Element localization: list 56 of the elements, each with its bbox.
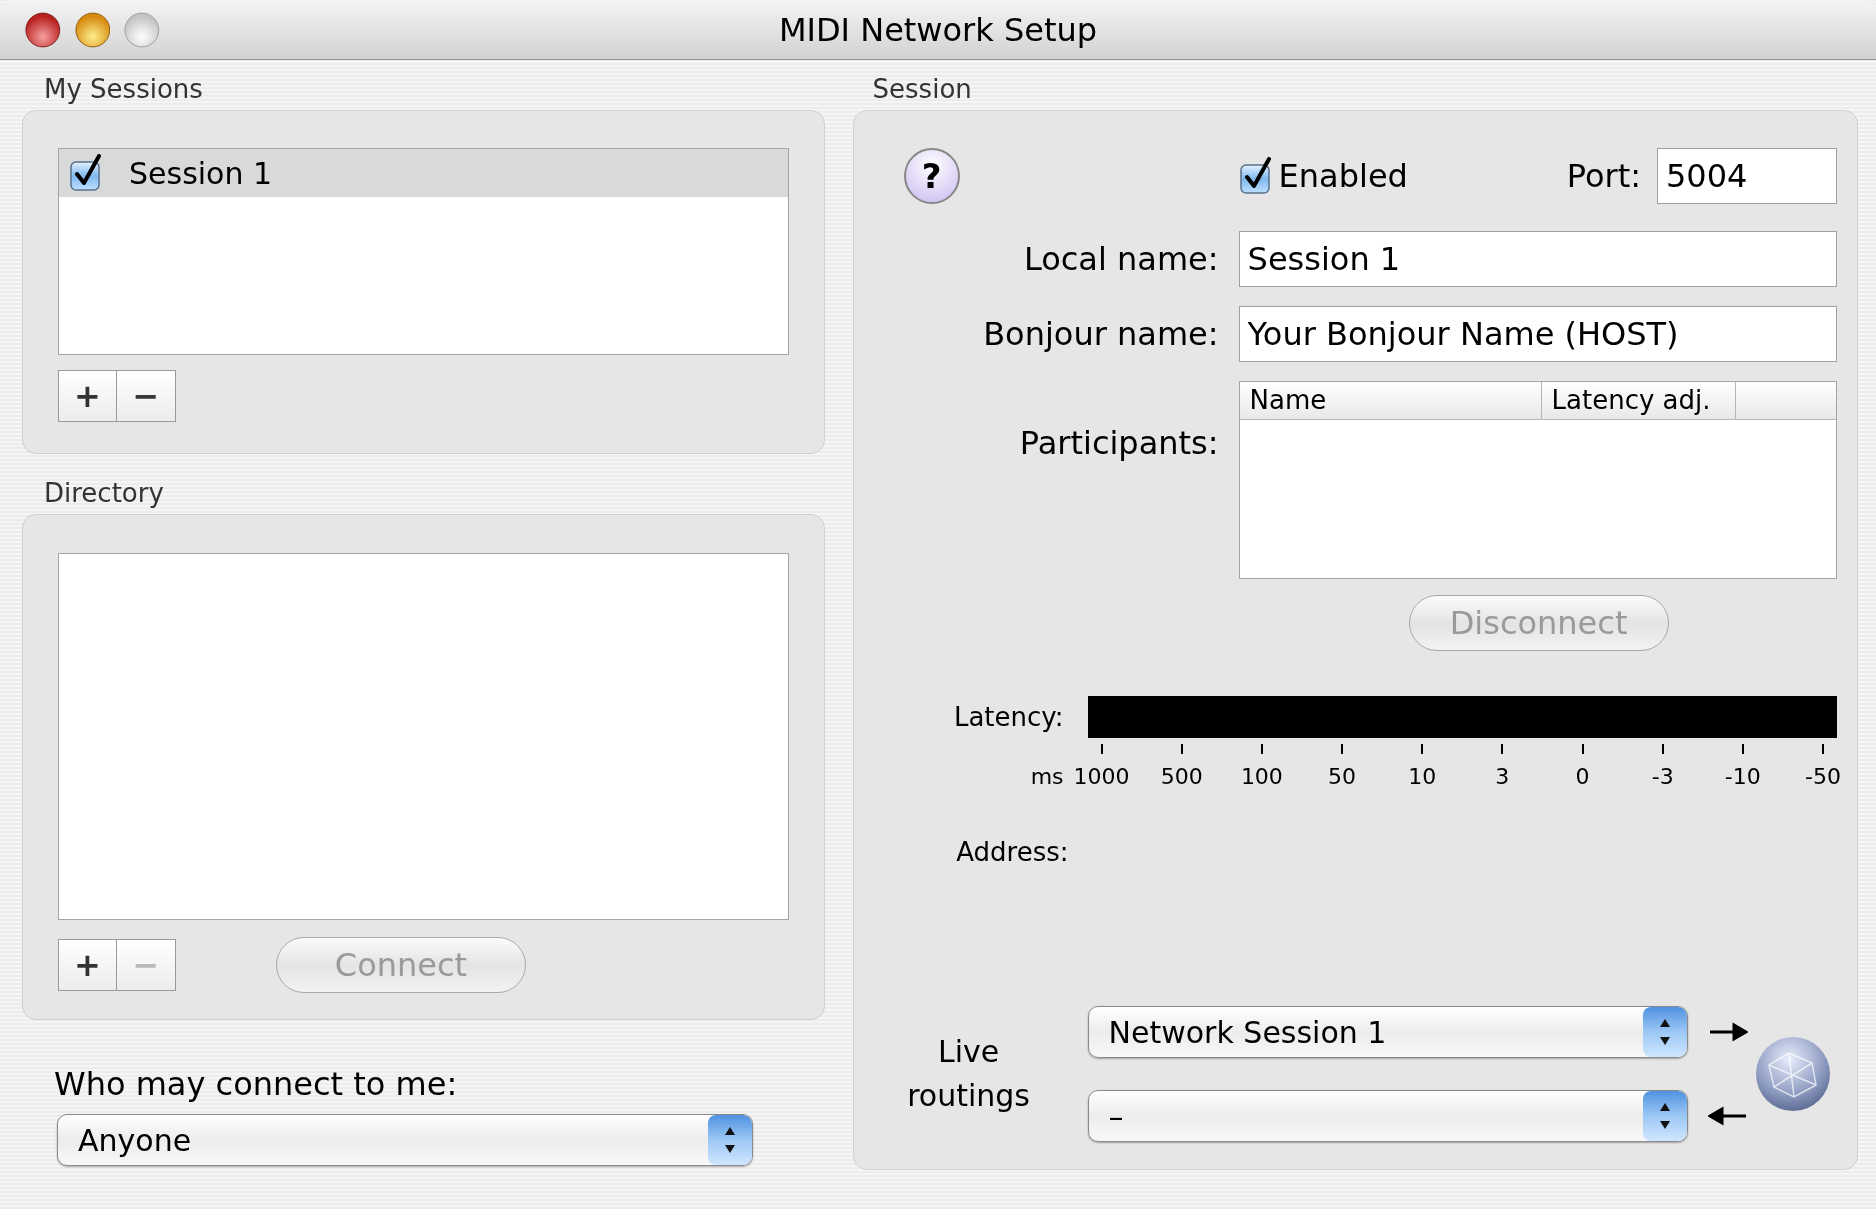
add-button[interactable]: + <box>58 370 117 422</box>
globe-icon <box>1753 1035 1832 1113</box>
local-name-field[interactable]: Session 1 <box>1238 231 1837 287</box>
enabled-label: Enabled <box>1278 156 1408 197</box>
bonjour-name-label: Bonjour name: <box>982 314 1219 355</box>
tick-mark <box>1661 744 1664 754</box>
tick-mark <box>1341 744 1344 754</box>
stepper-icon <box>1642 1091 1687 1141</box>
column-header[interactable]: Name <box>1239 382 1542 419</box>
tick-mark <box>1100 744 1103 754</box>
group-title: Directory <box>44 477 165 510</box>
tick-label: 3 <box>1495 763 1510 791</box>
stepper-icon <box>708 1115 752 1165</box>
tick-mark <box>1421 744 1424 754</box>
routing-popup[interactable]: – <box>1087 1090 1688 1142</box>
tick-label: 1000 <box>1073 763 1130 791</box>
latency-label: Latency: <box>952 700 1064 734</box>
group-title: My Sessions <box>44 73 204 106</box>
left-arrow-icon <box>1707 1106 1748 1126</box>
port-field[interactable]: 5004 <box>1657 148 1837 204</box>
tick-label: 100 <box>1240 763 1283 791</box>
help-button[interactable]: ? <box>903 148 960 204</box>
tick-label: -10 <box>1724 763 1761 791</box>
who-may-connect-label: Who may connect to me: <box>54 1064 459 1104</box>
window-title: MIDI Network Setup <box>778 9 1098 51</box>
minimize-icon[interactable] <box>74 10 111 49</box>
tick-mark <box>1260 744 1263 754</box>
tick-label: -3 <box>1651 763 1674 791</box>
close-icon[interactable] <box>25 10 61 49</box>
tick-label: 50 <box>1328 763 1357 791</box>
stepper-icon <box>1642 1007 1687 1057</box>
participants-label: Participants: <box>1018 423 1219 464</box>
tick-mark <box>1180 744 1183 754</box>
right-arrow-icon <box>1707 1022 1748 1042</box>
tick-mark <box>1741 744 1744 754</box>
routing-popup[interactable]: Network Session 1 <box>1087 1006 1688 1058</box>
address-label: Address: <box>955 836 1069 869</box>
tick-mark <box>1501 744 1504 754</box>
add-button[interactable]: + <box>58 939 117 991</box>
tick-label: 500 <box>1160 763 1203 791</box>
tick-label: 10 <box>1408 763 1437 791</box>
session-row[interactable]: Session 1 <box>59 149 788 197</box>
port-label: Port: <box>1566 156 1641 197</box>
column-header[interactable]: Latency adj. <box>1541 382 1736 419</box>
session-name: Session 1 <box>129 154 273 193</box>
tick-label: 0 <box>1575 763 1590 791</box>
unit-label: ms <box>1029 763 1064 791</box>
tick-mark <box>1581 744 1584 754</box>
access-popup[interactable]: Anyone <box>57 1114 753 1166</box>
live-routings-label: Live routings <box>906 1033 1031 1115</box>
bonjour-name-field[interactable]: Your Bonjour Name (HOST) <box>1238 306 1837 362</box>
remove-button[interactable]: − <box>117 370 176 422</box>
tick-label: -50 <box>1805 763 1841 791</box>
local-name-label: Local name: <box>1022 239 1219 280</box>
tick-mark <box>1821 744 1824 754</box>
group-title: Session <box>872 73 973 106</box>
